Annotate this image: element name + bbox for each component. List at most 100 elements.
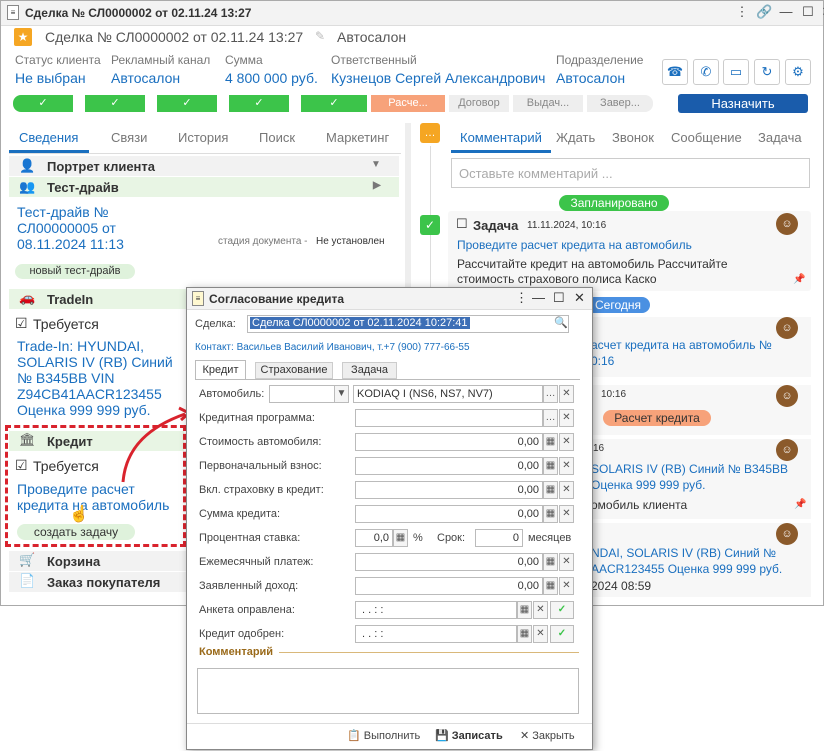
comment-input[interactable]: Оставьте комментарий ...: [451, 158, 810, 188]
credit-sum-field[interactable]: 0,00: [355, 505, 543, 523]
card4-link[interactable]: SOLARIS IV (RB) Синий № В345ВВ Оценка 99…: [591, 461, 791, 493]
clear-icon[interactable]: ✕: [559, 553, 574, 571]
tab-task[interactable]: Задача: [342, 362, 397, 379]
close-button[interactable]: ✕: [819, 4, 824, 20]
calculator-icon[interactable]: ▦: [543, 481, 558, 499]
assign-button[interactable]: Назначить: [678, 94, 808, 113]
clear-icon[interactable]: ✕: [559, 577, 574, 595]
card5-link[interactable]: NDAI, SOLARIS IV (RB) Синий № AACR123455…: [591, 545, 796, 577]
testdrive-link[interactable]: Тест-драйв № СЛ00000005 от 08.11.2024 11…: [17, 204, 167, 252]
more-icon[interactable]: ⋮: [515, 290, 528, 306]
clear-icon[interactable]: ✕: [559, 481, 574, 499]
stage-done-1[interactable]: ✓: [13, 95, 73, 112]
calculator-icon[interactable]: ▦: [543, 577, 558, 595]
pencil-icon[interactable]: ✎: [315, 29, 325, 43]
clear-icon[interactable]: ✕: [533, 625, 548, 643]
tab-call[interactable]: Звонок: [612, 130, 654, 145]
phone-icon[interactable]: ✆: [693, 59, 719, 85]
monthly-payment-field[interactable]: 0,00: [355, 553, 543, 571]
clear-icon[interactable]: ✕: [559, 433, 574, 451]
settings-icon[interactable]: ⚙: [785, 59, 811, 85]
down-payment-field[interactable]: 0,00: [355, 457, 543, 475]
section-tradein[interactable]: 🚗 TradeIn: [9, 289, 189, 309]
field-value-channel[interactable]: Автосалон: [111, 70, 180, 86]
pin-icon[interactable]: 📌: [794, 499, 806, 510]
close-dialog-button[interactable]: ✕ Закрыть: [520, 729, 575, 742]
stage-next-1[interactable]: Договор: [449, 95, 509, 112]
section-portrait[interactable]: 👤 Портрет клиента ▼: [9, 156, 399, 176]
field-value-sum[interactable]: 4 800 000 руб.: [225, 70, 318, 86]
car-brand-field[interactable]: [269, 385, 337, 403]
rate-field[interactable]: 0,0: [355, 529, 393, 547]
tab-details[interactable]: Сведения: [19, 130, 78, 145]
tab-message[interactable]: Сообщение: [671, 130, 742, 145]
link-icon[interactable]: 🔗: [756, 4, 772, 20]
deal-field[interactable]: Сделка СЛ0000002 от 02.11.2024 10:27:41 …: [247, 315, 569, 333]
field-value-status[interactable]: Не выбран: [15, 70, 86, 86]
tab-credit[interactable]: Кредит: [195, 360, 246, 380]
calculator-icon[interactable]: ▦: [543, 553, 558, 571]
section-cart[interactable]: 🛒 Корзина: [9, 551, 189, 571]
pin-icon[interactable]: 📌: [793, 274, 805, 285]
call-incoming-icon[interactable]: ☎: [662, 59, 688, 85]
calculator-icon[interactable]: ▦: [393, 529, 408, 547]
chevron-down-icon[interactable]: ▼: [334, 385, 349, 403]
execute-button[interactable]: 📋 Выполнить: [347, 729, 420, 742]
clear-icon[interactable]: ✕: [559, 409, 574, 427]
stage-done-4[interactable]: ✓: [229, 95, 289, 112]
field-value-responsible[interactable]: Кузнецов Сергей Александрович: [331, 70, 545, 86]
car-model-field[interactable]: KODIAQ I (NS6, NS7, NV7): [353, 385, 543, 403]
field-value-department[interactable]: Автосалон: [556, 70, 625, 86]
ellipsis-button[interactable]: …: [543, 409, 558, 427]
star-icon[interactable]: ★: [14, 28, 32, 46]
search-icon[interactable]: 🔍: [554, 316, 568, 329]
term-field[interactable]: 0: [475, 529, 523, 547]
calendar-icon[interactable]: ▦: [517, 625, 532, 643]
clear-icon[interactable]: ✕: [533, 601, 548, 619]
clear-icon[interactable]: ✕: [559, 385, 574, 403]
close-button[interactable]: ✕: [574, 290, 585, 306]
save-button[interactable]: 💾 Записать: [435, 729, 503, 742]
checkmark-icon[interactable]: ✓: [550, 601, 574, 619]
tab-search[interactable]: Поиск: [259, 130, 295, 145]
stage-next-2[interactable]: Выдач...: [513, 95, 583, 112]
minimize-button[interactable]: —: [778, 4, 794, 20]
contact-link[interactable]: Контакт: Васильев Василий Иванович, т.+7…: [195, 342, 470, 353]
ellipsis-button[interactable]: …: [543, 385, 558, 403]
calendar-icon[interactable]: ▦: [517, 601, 532, 619]
form-sent-field[interactable]: . . : :: [355, 601, 517, 619]
calculator-icon[interactable]: ▦: [543, 505, 558, 523]
clear-icon[interactable]: ✕: [559, 505, 574, 523]
credit-approved-field[interactable]: . . : :: [355, 625, 517, 643]
tab-wait[interactable]: Ждать: [556, 130, 595, 145]
task-link[interactable]: Проведите расчет кредита на автомобиль: [457, 238, 692, 252]
more-icon[interactable]: ⋮: [734, 4, 750, 20]
calculator-icon[interactable]: ▦: [543, 457, 558, 475]
new-testdrive-button[interactable]: новый тест-драйв: [15, 264, 135, 279]
stage-current[interactable]: Расче...: [371, 95, 445, 112]
calculator-icon[interactable]: ▦: [543, 433, 558, 451]
tab-task[interactable]: Задача: [758, 130, 802, 145]
insurance-in-credit-field[interactable]: 0,00: [355, 481, 543, 499]
card2-link[interactable]: асчет кредита на автомобиль № 0:16: [591, 337, 781, 369]
declared-income-field[interactable]: 0,00: [355, 577, 543, 595]
task-checkbox[interactable]: ☐: [456, 216, 468, 232]
tab-insurance[interactable]: Страхование: [255, 362, 333, 379]
chat-icon[interactable]: ▭: [723, 59, 749, 85]
tab-links[interactable]: Связи: [111, 130, 147, 145]
stage-done-3[interactable]: ✓: [157, 95, 217, 112]
section-order[interactable]: 📄 Заказ покупателя: [9, 572, 189, 592]
tab-marketing[interactable]: Маркетинг: [326, 130, 389, 145]
tradein-checkbox[interactable]: ☑: [15, 315, 28, 332]
maximize-button[interactable]: ☐: [800, 4, 816, 20]
tab-history[interactable]: История: [178, 130, 228, 145]
program-field[interactable]: [355, 409, 543, 427]
minimize-button[interactable]: —: [532, 290, 545, 305]
clear-icon[interactable]: ✕: [559, 457, 574, 475]
refresh-icon[interactable]: ↻: [754, 59, 780, 85]
stage-done-2[interactable]: ✓: [85, 95, 145, 112]
stage-next-3[interactable]: Завер...: [587, 95, 653, 112]
maximize-button[interactable]: ☐: [553, 290, 565, 306]
checkmark-icon[interactable]: ✓: [550, 625, 574, 643]
comment-textarea[interactable]: [197, 668, 579, 714]
